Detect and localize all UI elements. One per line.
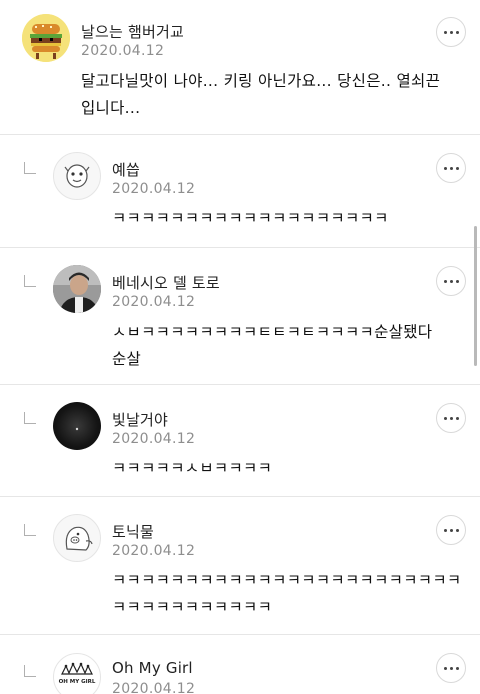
reply-arrow-icon — [24, 162, 36, 174]
dot-icon — [455, 166, 459, 170]
dot-icon — [449, 279, 453, 283]
comment-text-line: ㅋㅋㅋㅋㅋㅋㅋㅋㅋㅋㅋ — [112, 598, 273, 616]
dot-icon — [455, 30, 459, 34]
comment-date: 2020.04.12 — [112, 431, 196, 447]
reply-item: 빛날거야 2020.04.12 ㅋㅋㅋㅋㅋㅅㅂㅋㅋㅋㅋ — [0, 385, 480, 497]
star-icon — [75, 427, 79, 431]
comment-text-line: ㅋㅋㅋㅋㅋㅅㅂㅋㅋㅋㅋ — [112, 459, 273, 477]
more-options-button[interactable] — [436, 153, 466, 183]
reply-item: 토닉물 2020.04.12 ㅋㅋㅋㅋㅋㅋㅋㅋㅋㅋㅋㅋㅋㅋㅋㅋㅋㅋㅋㅋㅋㅋㅋㅋ … — [0, 497, 480, 635]
reply-arrow-icon — [24, 524, 36, 536]
reply-arrow-icon — [24, 665, 36, 677]
avatar-character[interactable] — [53, 152, 101, 200]
avatar-night-sky[interactable] — [53, 402, 101, 450]
more-options-button[interactable] — [436, 17, 466, 47]
comment-author[interactable]: 날으는 햄버거교 — [81, 21, 184, 42]
comment-text-line: ㅋㅋㅋㅋㅋㅋㅋㅋㅋㅋㅋㅋㅋㅋㅋㅋㅋㅋㅋㅋㅋㅋㅋㅋ — [112, 571, 462, 589]
dot-icon — [455, 528, 459, 532]
comment-date: 2020.04.12 — [112, 294, 196, 310]
avatar-photo[interactable] — [53, 265, 101, 313]
more-options-button[interactable] — [436, 403, 466, 433]
reply-arrow-icon — [24, 275, 36, 287]
hamburger-icon — [22, 14, 70, 62]
person-photo-icon — [53, 265, 101, 313]
comment-author[interactable]: 예씁 — [112, 159, 140, 180]
comment-text-line: 입니다... — [81, 99, 141, 117]
comment-date: 2020.04.12 — [112, 543, 196, 559]
avatar-character[interactable] — [53, 514, 101, 562]
comment-text-line: ㅋㅋㅋㅋㅋㅋㅋㅋㅋㅋㅋㅋㅋㅋㅋㅋㅋㅋㅋ — [112, 209, 389, 227]
dot-icon — [449, 416, 453, 420]
comment-text: ㅋㅋㅋㅋㅋㅅㅂㅋㅋㅋㅋ — [112, 455, 462, 482]
reply-item: 베네시오 델 토로 2020.04.12 ㅅㅂㅋㅋㅋㅋㅋㅋㅋㅋㅌㅌㅋㅌㅋㅋㅋㅋ순… — [0, 248, 480, 385]
dot-icon — [443, 416, 447, 420]
dot-icon — [449, 30, 453, 34]
dot-icon — [449, 528, 453, 532]
dot-icon — [443, 166, 447, 170]
scrollbar[interactable] — [474, 226, 477, 366]
dot-icon — [455, 666, 459, 670]
reply-item: OH MY GIRL Oh My Girl 2020.04.12 — [0, 635, 480, 694]
comment-author[interactable]: 빛날거야 — [112, 409, 168, 430]
comment-text: 달고다닐맛이 나야... 키링 아닌가요... 당신은.. 열쇠끈 입니다... — [81, 68, 471, 122]
comment-text: ㅅㅂㅋㅋㅋㅋㅋㅋㅋㅋㅌㅌㅋㅌㅋㅋㅋㅋ순살됐다 순살 — [112, 319, 472, 373]
dot-icon — [443, 528, 447, 532]
comment-date: 2020.04.12 — [81, 43, 165, 59]
comment-text-line: 순살 — [112, 350, 142, 368]
more-options-button[interactable] — [436, 653, 466, 683]
comment-item: 날으는 햄버거교 2020.04.12 달고다닐맛이 나야... 키링 아닌가요… — [0, 0, 480, 135]
comment-feed: 날으는 햄버거교 2020.04.12 달고다닐맛이 나야... 키링 아닌가요… — [0, 0, 480, 694]
comment-text-line: 달고다닐맛이 나야... 키링 아닌가요... 당신은.. 열쇠끈 — [81, 72, 441, 90]
more-options-button[interactable] — [436, 266, 466, 296]
character-face-icon — [64, 164, 90, 188]
dot-icon — [443, 30, 447, 34]
comment-text-line: ㅅㅂㅋㅋㅋㅋㅋㅋㅋㅋㅌㅌㅋㅌㅋㅋㅋㅋ순살됐다 — [112, 323, 433, 341]
dot-icon — [449, 166, 453, 170]
comment-author[interactable]: 베네시오 델 토로 — [112, 272, 220, 293]
dot-icon — [449, 666, 453, 670]
avatar-logo[interactable]: OH MY GIRL — [53, 653, 101, 694]
reply-item: 예씁 2020.04.12 ㅋㅋㅋㅋㅋㅋㅋㅋㅋㅋㅋㅋㅋㅋㅋㅋㅋㅋㅋ — [0, 135, 480, 248]
more-options-button[interactable] — [436, 515, 466, 545]
ohmygirl-logo-icon: OH MY GIRL — [59, 662, 96, 685]
dot-icon — [443, 279, 447, 283]
comment-text: ㅋㅋㅋㅋㅋㅋㅋㅋㅋㅋㅋㅋㅋㅋㅋㅋㅋㅋㅋㅋㅋㅋㅋㅋ ㅋㅋㅋㅋㅋㅋㅋㅋㅋㅋㅋ — [112, 567, 472, 621]
avatar-hamburger[interactable] — [22, 14, 70, 62]
dot-icon — [455, 416, 459, 420]
comment-author[interactable]: Oh My Girl — [112, 659, 193, 677]
avatar-logo-text: OH MY GIRL — [59, 679, 96, 685]
comment-text: ㅋㅋㅋㅋㅋㅋㅋㅋㅋㅋㅋㅋㅋㅋㅋㅋㅋㅋㅋ — [112, 205, 462, 232]
comment-author[interactable]: 토닉물 — [112, 521, 154, 542]
dot-icon — [455, 279, 459, 283]
reply-arrow-icon — [24, 412, 36, 424]
comment-date: 2020.04.12 — [112, 681, 196, 694]
pig-character-icon — [65, 526, 93, 551]
comment-date: 2020.04.12 — [112, 181, 196, 197]
dot-icon — [443, 666, 447, 670]
